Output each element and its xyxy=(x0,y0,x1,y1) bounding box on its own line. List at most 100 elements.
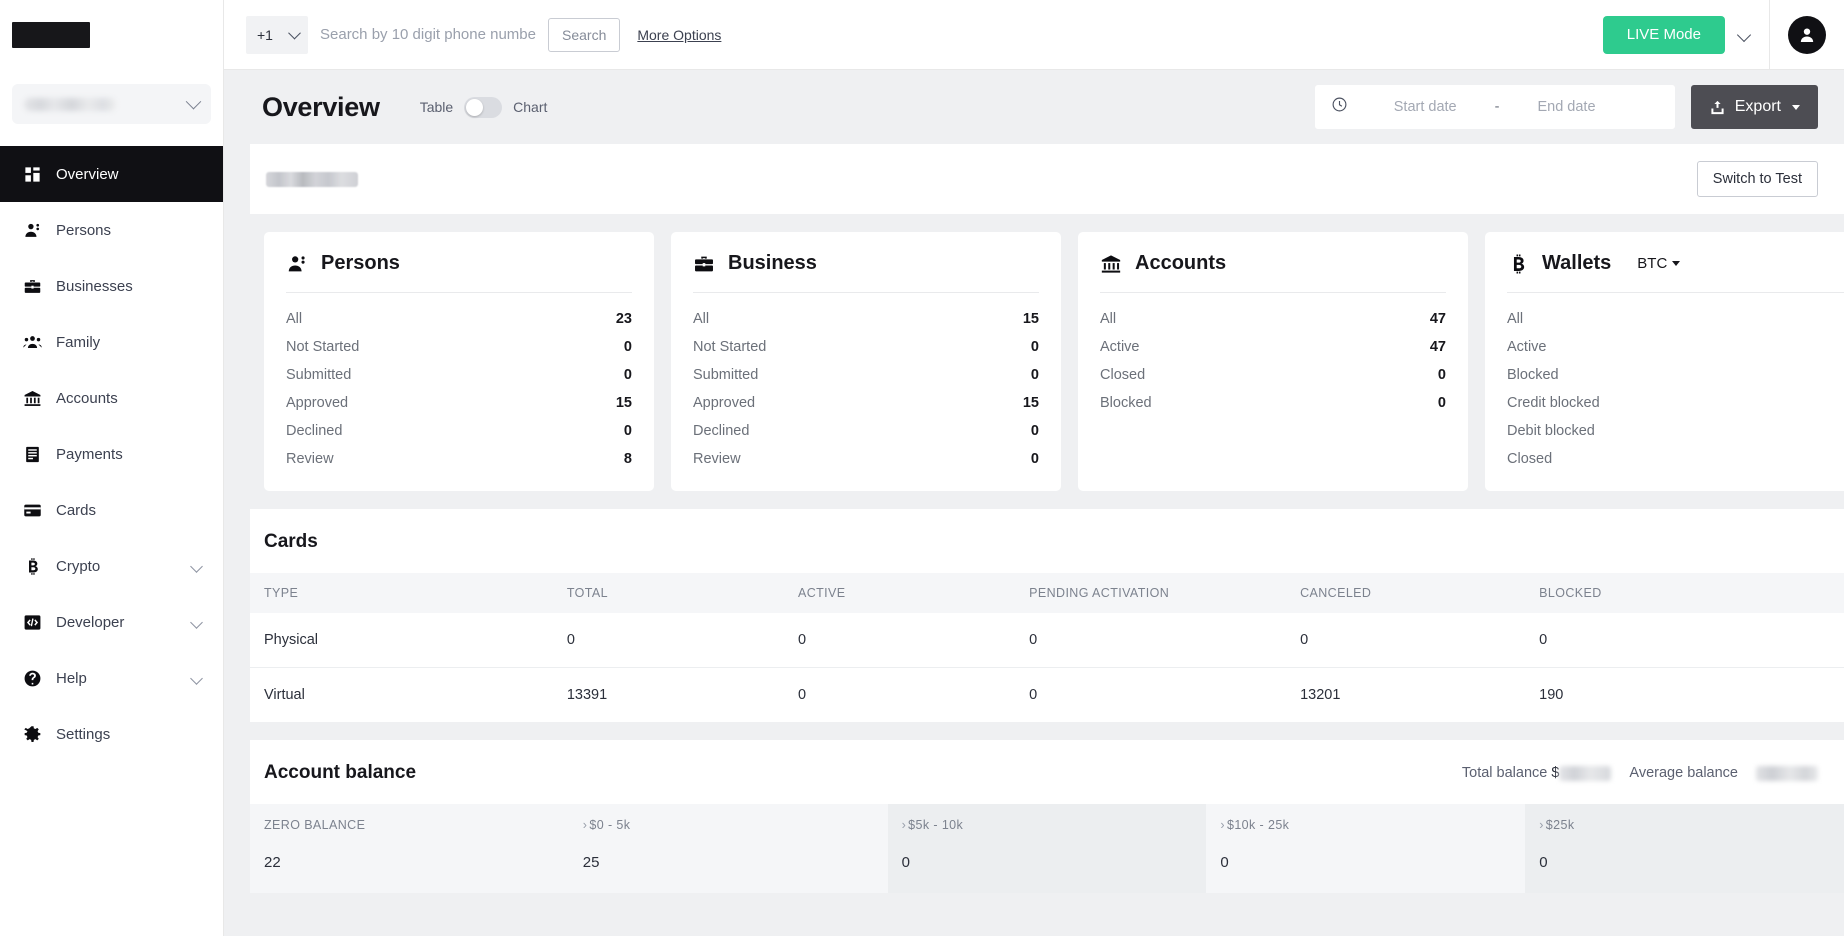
stat-row: Approved 15 xyxy=(286,391,632,415)
sidebar-item-crypto[interactable]: Crypto xyxy=(0,538,223,594)
total-balance-currency: $ xyxy=(1551,765,1560,781)
country-code-select[interactable]: +1 xyxy=(246,15,308,54)
user-avatar[interactable] xyxy=(1788,15,1826,54)
sidebar-item-settings[interactable]: Settings xyxy=(0,706,223,762)
sidebar-item-label: Crypto xyxy=(56,557,101,575)
balance-bucket: › $5k - 10k 0 xyxy=(887,804,1207,893)
table-header: TYPE TOTAL ACTIVE PENDING ACTIVATION CAN… xyxy=(250,573,1844,613)
page-header: Overview Table Chart Start date - End da… xyxy=(224,70,1844,144)
stat-label: All xyxy=(286,311,303,327)
table-row: Virtual 13391 0 0 13201 190 xyxy=(250,668,1844,723)
sidebar-item-overview[interactable]: Overview xyxy=(0,146,223,202)
cell-type: Virtual xyxy=(264,687,305,703)
brand-logo-redacted xyxy=(12,22,90,48)
org-selector[interactable] xyxy=(12,84,211,124)
account-balance-block: Account balance Total balance $ Average b… xyxy=(250,740,1844,893)
stat-value: 0 xyxy=(1030,339,1039,355)
date-range-picker[interactable]: Start date - End date xyxy=(1314,85,1675,129)
chevron-right-icon: › xyxy=(901,818,907,832)
stat-value: 0 xyxy=(1437,395,1446,411)
bank-icon xyxy=(22,388,42,408)
sidebar-item-persons[interactable]: Persons xyxy=(0,202,223,258)
stat-row: Not Started 0 xyxy=(693,335,1039,359)
stat-value: 8 xyxy=(623,451,632,467)
gear-icon xyxy=(22,724,42,744)
stat-card-persons: Persons All 23 Not Started 0 Submitted 0 Ap… xyxy=(264,232,654,491)
stat-label: Declined xyxy=(286,423,343,439)
chevron-down-icon xyxy=(185,93,202,109)
sidebar-item-cards[interactable]: Cards xyxy=(0,482,223,538)
caret-down-icon xyxy=(1672,261,1681,266)
wallet-currency-select[interactable]: BTC xyxy=(1637,255,1681,272)
person-icon xyxy=(22,220,42,240)
bitcoin-icon xyxy=(22,556,42,576)
start-date-placeholder[interactable]: Start date xyxy=(1394,99,1457,115)
balance-buckets: ZERO BALANCE 22 › $0 - 5k 25 › $5k - 10k 0… xyxy=(250,804,1844,893)
sidebar-nav: Overview Persons Businesses Family Accou… xyxy=(0,146,223,762)
sidebar-item-developer[interactable]: Developer xyxy=(0,594,223,650)
divider xyxy=(1769,0,1770,70)
date-separator: - xyxy=(1494,99,1500,115)
stat-row: Declined 0 xyxy=(693,419,1039,443)
column-header: ACTIVE xyxy=(783,573,1016,613)
stat-value: 15 xyxy=(1022,311,1039,327)
end-date-placeholder[interactable]: End date xyxy=(1537,99,1595,115)
sidebar-item-help[interactable]: Help xyxy=(0,650,223,706)
sidebar-item-payments[interactable]: Payments xyxy=(0,426,223,482)
stat-label: Review xyxy=(693,451,741,467)
stat-card-rows: All 47 Active 47 Closed 0 Blocked 0 xyxy=(1100,292,1446,415)
briefcase-icon xyxy=(695,256,713,271)
stat-value: 0 xyxy=(623,367,632,383)
stat-row: Review 0 xyxy=(693,447,1039,471)
stat-value: 23 xyxy=(615,311,632,327)
stat-card-header: Persons xyxy=(286,252,632,292)
view-toggle[interactable]: Table Chart xyxy=(420,96,547,118)
more-options-link[interactable]: More Options xyxy=(637,27,721,43)
briefcase-icon xyxy=(22,276,42,296)
live-mode-button[interactable]: LIVE Mode xyxy=(1602,15,1725,54)
stat-row: All 47 xyxy=(1100,307,1446,331)
chevron-down-icon xyxy=(190,559,203,573)
stat-label: Approved xyxy=(286,395,349,411)
search-button[interactable]: Search xyxy=(548,17,621,52)
cell-pending: 0 xyxy=(1015,613,1287,668)
chevron-down-icon xyxy=(288,26,301,40)
stat-card-title: Persons xyxy=(321,252,400,274)
table-chart-switch[interactable] xyxy=(464,96,503,118)
sidebar-item-accounts[interactable]: Accounts xyxy=(0,370,223,426)
export-button[interactable]: Export xyxy=(1690,85,1818,129)
stat-row: Closed0 xyxy=(1507,447,1844,471)
cards-table: TYPE TOTAL ACTIVE PENDING ACTIVATION CAN… xyxy=(250,573,1844,722)
app-root: Overview Persons Businesses Family Accou… xyxy=(0,0,1844,936)
stat-card-rows: All 15 Not Started 0 Submitted 0 Approved 15… xyxy=(693,292,1039,471)
people-icon xyxy=(22,332,42,352)
chevron-down-icon[interactable] xyxy=(1736,27,1752,42)
org-name-redacted xyxy=(24,97,116,111)
stat-row: Declined 0 xyxy=(286,419,632,443)
grid-icon xyxy=(22,164,42,184)
search-input[interactable] xyxy=(308,15,548,54)
bucket-label: › $0 - 5k xyxy=(582,818,631,832)
sidebar-item-family[interactable]: Family xyxy=(0,314,223,370)
sidebar-item-businesses[interactable]: Businesses xyxy=(0,258,223,314)
average-balance-value-redacted xyxy=(1756,765,1818,781)
stat-card-header: Wallets BTC xyxy=(1507,252,1844,292)
question-icon xyxy=(22,668,42,688)
person-icon xyxy=(288,255,305,271)
balance-bucket: › $0 - 5k 25 xyxy=(568,804,888,893)
stat-row: Active 47 xyxy=(1100,335,1446,359)
stat-value: 0 xyxy=(1030,451,1039,467)
column-header: CANCELED xyxy=(1286,573,1526,613)
chevron-right-icon: › xyxy=(1220,818,1225,832)
stat-card-rows: All 23 Not Started 0 Submitted 0 Approved 15… xyxy=(286,292,632,471)
sidebar-item-label: Payments xyxy=(56,445,123,463)
stat-card-title: Accounts xyxy=(1135,252,1227,274)
country-code-value: +1 xyxy=(257,26,273,43)
stat-label: All xyxy=(1507,311,1524,327)
column-header: TOTAL xyxy=(552,573,784,613)
stat-value: 0 xyxy=(1030,367,1039,383)
stat-label: Closed xyxy=(1100,367,1146,383)
stat-row: All 23 xyxy=(286,307,632,331)
switch-to-test-button[interactable]: Switch to Test xyxy=(1696,161,1818,197)
page-content: Overview Table Chart Start date - End da… xyxy=(224,70,1844,936)
